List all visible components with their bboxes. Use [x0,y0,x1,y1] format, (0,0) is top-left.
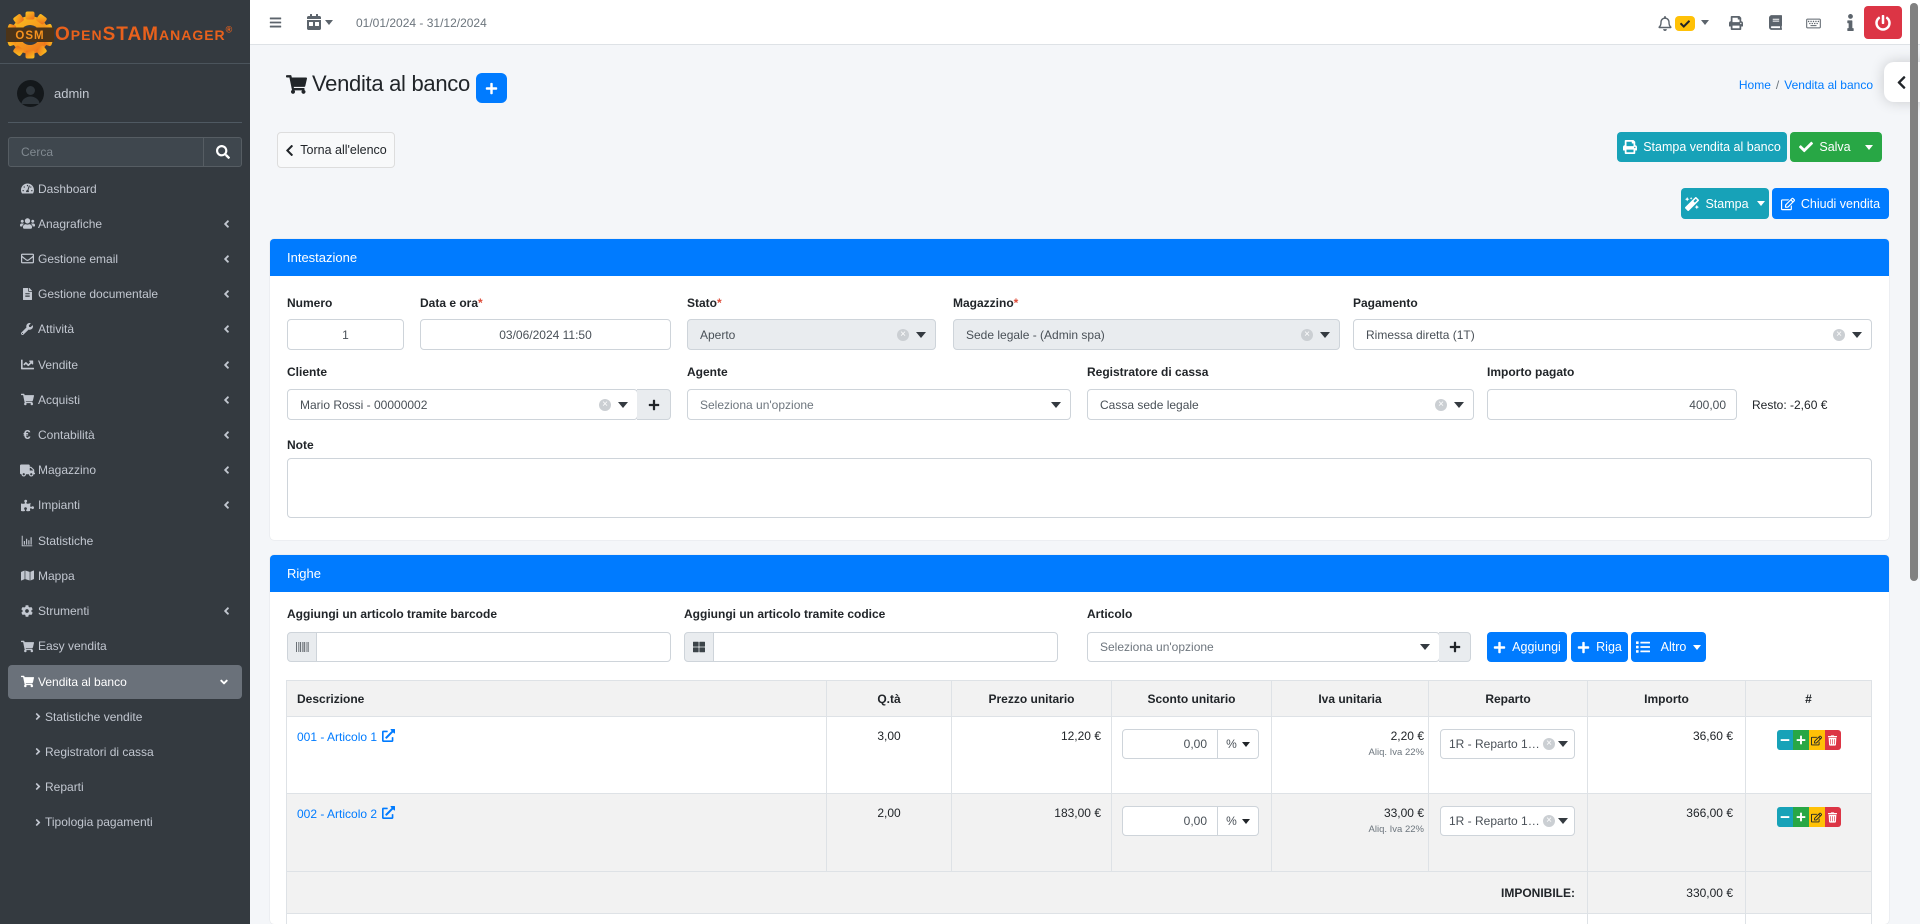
svg-text:OSM: OSM [15,30,44,42]
